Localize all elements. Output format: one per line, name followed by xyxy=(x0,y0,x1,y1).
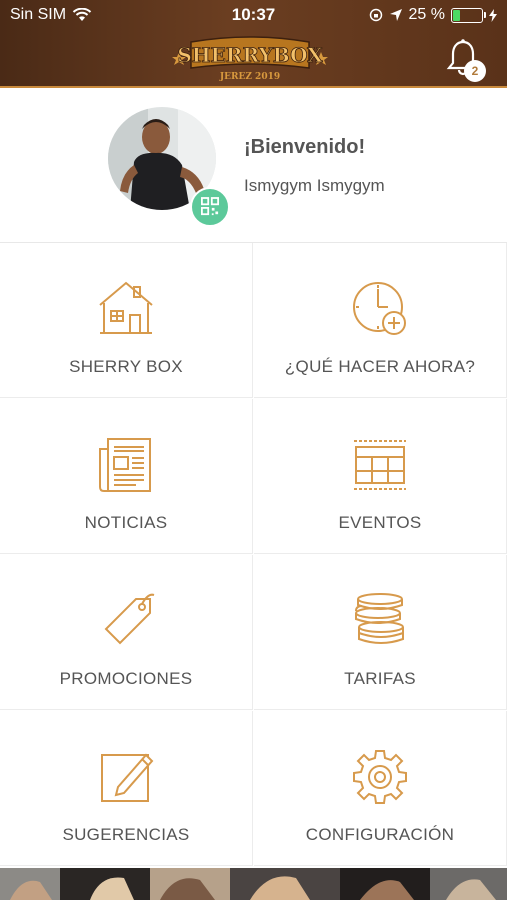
menu-item-label: SHERRY BOX xyxy=(69,357,183,376)
menu-item-sherry-box[interactable]: SHERRY BOX xyxy=(0,243,253,398)
charging-bolt-icon xyxy=(489,8,497,22)
menu-item-label: SUGERENCIAS xyxy=(62,825,190,844)
notification-badge: 2 xyxy=(464,60,486,82)
menu-grid: SHERRY BOX ¿QUÉ HACER AHORA? NOTICIAS EV… xyxy=(0,243,507,868)
footer-photo-banner xyxy=(0,868,507,900)
menu-item-label: EVENTOS xyxy=(338,513,422,532)
events-icon xyxy=(354,440,406,490)
battery-percent: 25 % xyxy=(408,6,445,23)
gear-icon xyxy=(353,750,407,804)
menu-item-label: PROMOCIONES xyxy=(59,669,193,688)
qr-code-icon[interactable] xyxy=(190,187,230,227)
menu-item-que-hacer-ahora[interactable]: ¿QUÉ HACER AHORA? xyxy=(254,243,507,398)
battery-icon xyxy=(451,7,486,23)
menu-item-label: CONFIGURACIÓN xyxy=(305,825,455,844)
edit-icon xyxy=(101,753,154,802)
app-header: Sin SIM 10:37 25 % SHERRYBOX JEREZ 2019 … xyxy=(0,0,507,88)
clock-plus-icon xyxy=(353,282,406,335)
lock-rotation-icon xyxy=(369,8,382,22)
newspaper-icon xyxy=(99,438,151,492)
status-bar: Sin SIM 10:37 25 % xyxy=(0,0,507,30)
menu-item-label: ¿QUÉ HACER AHORA? xyxy=(284,357,476,376)
sherrybox-logo: SHERRYBOX JEREZ 2019 xyxy=(172,36,328,82)
menu-item-eventos[interactable]: EVENTOS xyxy=(254,399,507,554)
username-label: Ismygym Ismygym xyxy=(244,176,385,195)
location-arrow-icon xyxy=(389,9,402,21)
logo-title: SHERRYBOX xyxy=(177,43,323,67)
profile-section: ¡Bienvenido! Ismygym Ismygym xyxy=(0,88,507,243)
logo-subtitle: JEREZ 2019 xyxy=(219,72,280,82)
menu-item-noticias[interactable]: NOTICIAS xyxy=(0,399,253,554)
house-icon xyxy=(99,281,153,334)
menu-item-promociones[interactable]: PROMOCIONES xyxy=(0,555,253,710)
menu-item-sugerencias[interactable]: SUGERENCIAS xyxy=(0,711,253,866)
menu-item-configuracion[interactable]: CONFIGURACIÓN xyxy=(254,711,507,866)
menu-item-tarifas[interactable]: TARIFAS xyxy=(254,555,507,710)
menu-item-label: NOTICIAS xyxy=(84,513,168,532)
menu-item-label: TARIFAS xyxy=(344,669,416,688)
welcome-heading: ¡Bienvenido! xyxy=(244,136,366,158)
tag-icon xyxy=(104,593,155,645)
coins-icon xyxy=(355,593,404,644)
